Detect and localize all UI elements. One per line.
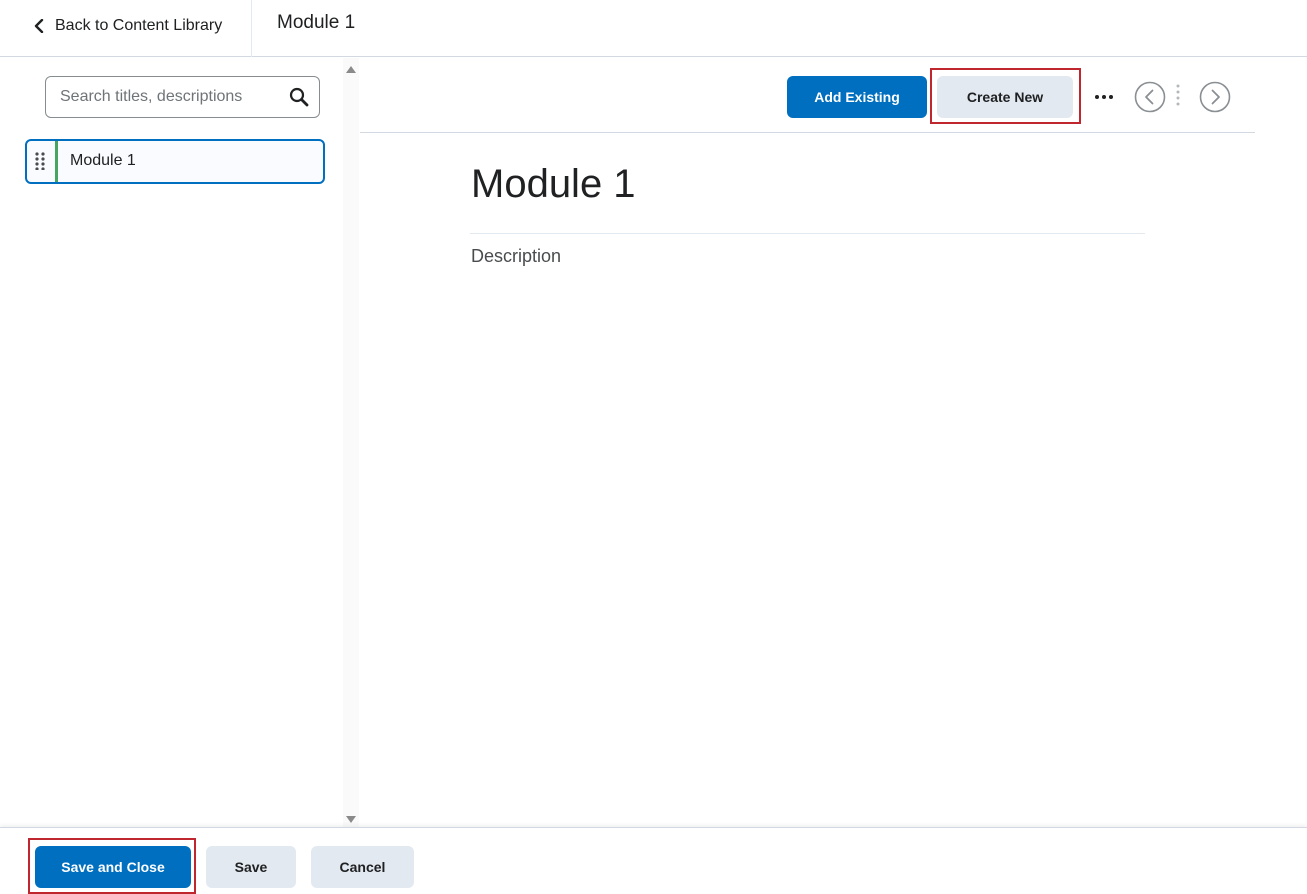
search-box	[45, 76, 320, 118]
next-icon[interactable]	[1199, 81, 1231, 113]
more-options-icon[interactable]	[1093, 86, 1115, 108]
save-and-close-button[interactable]: Save and Close	[35, 846, 191, 888]
add-existing-button[interactable]: Add Existing	[787, 76, 927, 118]
create-new-button[interactable]: Create New	[937, 76, 1073, 118]
scroll-up-arrow-icon[interactable]	[346, 66, 356, 73]
search-icon[interactable]	[289, 87, 309, 107]
search-input[interactable]	[60, 77, 280, 117]
save-button[interactable]: Save	[206, 846, 296, 888]
chevron-left-icon	[34, 19, 44, 33]
sidebar: Module 1	[0, 58, 359, 827]
back-link-label: Back to Content Library	[55, 17, 223, 34]
back-to-library-link[interactable]: Back to Content Library	[33, 14, 222, 38]
previous-icon[interactable]	[1134, 81, 1166, 113]
footer-bar: Save and Close Save Cancel	[0, 827, 1307, 894]
sidebar-item-label: Module 1	[70, 152, 136, 169]
cancel-button[interactable]: Cancel	[311, 846, 414, 888]
module-accent-bar	[55, 141, 58, 182]
heading-divider	[470, 233, 1145, 234]
header-divider	[251, 0, 252, 57]
sidebar-scrollbar[interactable]	[343, 58, 359, 827]
top-bar: Back to Content Library Module 1	[0, 0, 1307, 57]
content-toolbar: Add Existing Create New	[360, 58, 1255, 133]
scroll-down-arrow-icon[interactable]	[346, 816, 356, 823]
description-field[interactable]: Description	[471, 246, 561, 267]
vertical-dots-separator-icon	[1176, 84, 1180, 106]
sidebar-item-module-1[interactable]: Module 1	[25, 139, 325, 184]
module-heading[interactable]: Module 1	[471, 160, 636, 208]
drag-handle-icon[interactable]	[35, 152, 45, 170]
page-title: Module 1	[277, 12, 356, 33]
